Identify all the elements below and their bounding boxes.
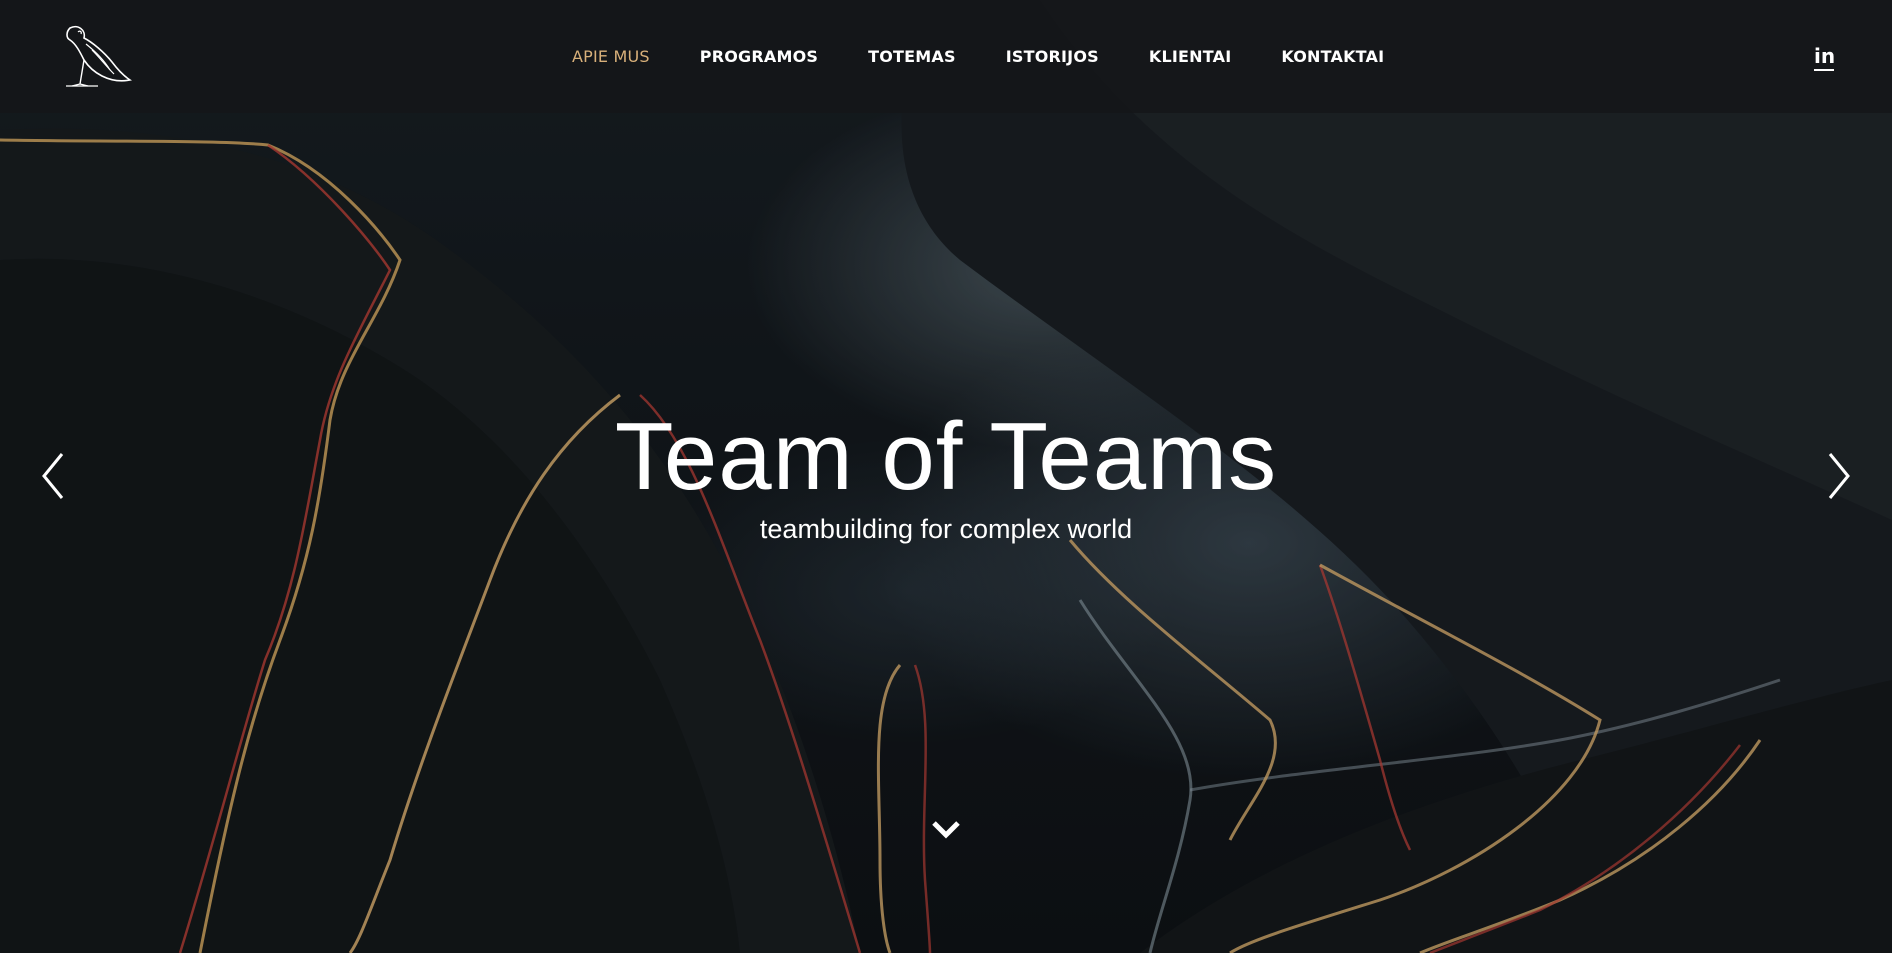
hero-title: Team of Teams	[614, 403, 1278, 510]
page: APIE MUS PROGRAMOS TOTEMAS ISTORIJOS KLI…	[0, 0, 1892, 953]
nav-apie-mus[interactable]: APIE MUS	[572, 47, 650, 66]
nav-kontaktai[interactable]: KONTAKTAI	[1281, 47, 1384, 66]
linkedin-label: in	[1814, 44, 1836, 68]
site-header: APIE MUS PROGRAMOS TOTEMAS ISTORIJOS KLI…	[0, 0, 1892, 113]
nav-totemas[interactable]: TOTEMAS	[868, 47, 956, 66]
linkedin-icon[interactable]: in	[1814, 44, 1836, 71]
chevron-right-icon[interactable]	[1816, 446, 1860, 506]
nav-istorijos[interactable]: ISTORIJOS	[1006, 47, 1099, 66]
chevron-down-icon[interactable]	[930, 817, 962, 843]
hero-subtitle: teambuilding for complex world	[759, 514, 1133, 544]
bird-logo-icon[interactable]	[58, 24, 133, 88]
chevron-left-icon[interactable]	[32, 446, 76, 506]
nav-programos[interactable]: PROGRAMOS	[700, 47, 818, 66]
main-nav: APIE MUS PROGRAMOS TOTEMAS ISTORIJOS KLI…	[572, 0, 1384, 113]
nav-klientai[interactable]: KLIENTAI	[1149, 47, 1231, 66]
linkedin-underline	[1814, 69, 1834, 71]
